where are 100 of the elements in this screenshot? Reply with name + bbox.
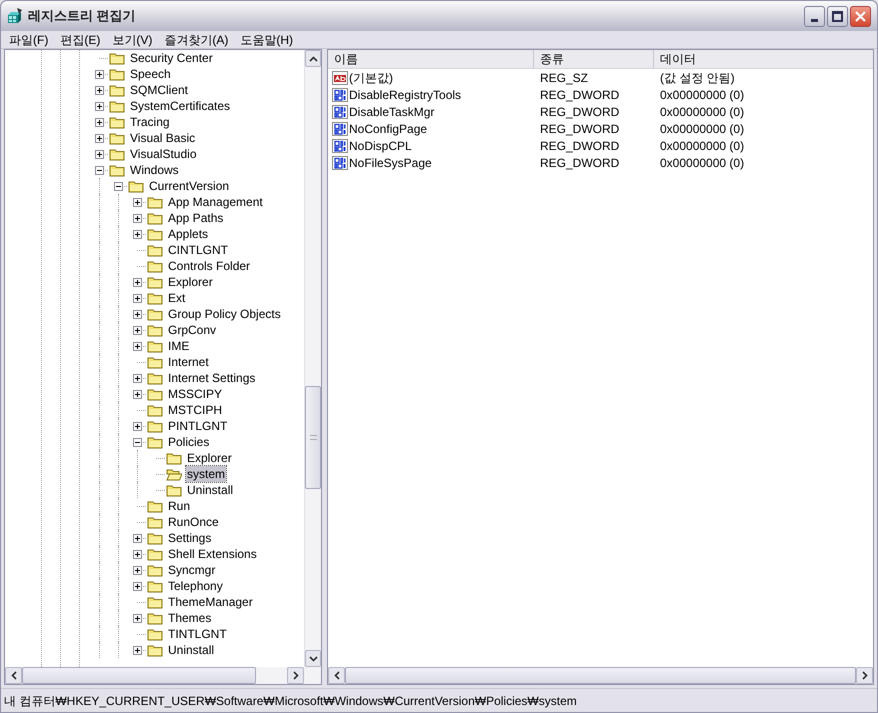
close-button[interactable] (850, 6, 871, 26)
tree-item[interactable]: Group Policy Objects (167, 306, 282, 322)
expand-icon[interactable] (95, 102, 104, 111)
expand-icon[interactable] (133, 214, 142, 223)
expand-icon[interactable] (133, 278, 142, 287)
scroll-down-button[interactable] (305, 650, 321, 667)
tree-item[interactable]: GrpConv (167, 322, 218, 338)
collapse-icon[interactable] (95, 166, 104, 175)
expand-icon[interactable] (133, 582, 142, 591)
scroll-left-button[interactable] (5, 667, 22, 684)
tree-item[interactable]: Telephony (167, 578, 224, 594)
expand-icon[interactable] (95, 150, 104, 159)
expand-icon[interactable] (133, 310, 142, 319)
menu-item[interactable]: 도움말(H) (235, 30, 298, 48)
scroll-thumb[interactable] (305, 386, 321, 489)
scroll-up-button[interactable] (305, 50, 321, 67)
tree-item[interactable]: Security Center (129, 50, 214, 66)
tree-item[interactable]: Shell Extensions (167, 546, 258, 562)
expand-icon[interactable] (95, 118, 104, 127)
value-name[interactable]: DisableRegistryTools (349, 86, 462, 104)
value-name[interactable]: NoConfigPage (349, 120, 428, 138)
tree-item[interactable]: Syncmgr (167, 562, 216, 578)
vertical-scrollbar[interactable] (304, 50, 321, 667)
tree-item[interactable]: Uninstall (186, 482, 234, 498)
folder-icon (147, 227, 163, 241)
tree-item[interactable]: PINTLGNT (167, 418, 228, 434)
value-type: REG_DWORD (540, 122, 620, 136)
tree-item[interactable]: Explorer (167, 274, 214, 290)
tree-item[interactable]: Windows (129, 162, 180, 178)
tree-item[interactable]: RunOnce (167, 514, 220, 530)
column-header[interactable]: 종류 (534, 50, 654, 68)
expand-icon[interactable] (133, 230, 142, 239)
value-name[interactable]: DisableTaskMgr (349, 102, 434, 120)
minimize-button[interactable] (804, 6, 825, 26)
expand-icon[interactable] (95, 134, 104, 143)
expand-icon[interactable] (133, 390, 142, 399)
expand-icon[interactable] (133, 534, 142, 543)
tree-item[interactable]: Visual Basic (129, 130, 196, 146)
window-title: 레지스트리 편집기 (28, 7, 136, 26)
expand-icon[interactable] (133, 326, 142, 335)
tree-item[interactable]: CINTLGNT (167, 242, 229, 258)
folder-icon (147, 435, 163, 449)
scroll-right-button[interactable] (856, 667, 873, 684)
string-value-icon (332, 70, 348, 86)
expand-icon[interactable] (133, 198, 142, 207)
tree-item[interactable]: ThemeManager (167, 594, 254, 610)
tree-item[interactable]: Run (167, 498, 192, 514)
tree-item[interactable]: Explorer (186, 450, 233, 466)
tree-item[interactable]: MSSCIPY (167, 386, 224, 402)
collapse-icon[interactable] (114, 182, 123, 191)
tree-item[interactable]: Tracing (129, 114, 171, 130)
tree-item[interactable]: App Paths (167, 210, 224, 226)
expand-icon[interactable] (133, 614, 142, 623)
scroll-left-button[interactable] (328, 667, 345, 684)
column-header[interactable]: 데이터 (654, 50, 873, 68)
expand-icon[interactable] (133, 566, 142, 575)
tree-item[interactable]: SystemCertificates (129, 98, 232, 114)
tree-item[interactable]: App Management (167, 194, 264, 210)
expand-icon[interactable] (133, 422, 142, 431)
tree-item[interactable]: Ext (167, 290, 186, 306)
tree-item[interactable]: MSTCIPH (167, 402, 223, 418)
tree-item[interactable]: SQMClient (129, 82, 190, 98)
folder-icon (147, 419, 163, 433)
tree-item[interactable]: Settings (167, 530, 212, 546)
tree-item[interactable]: Internet Settings (167, 370, 256, 386)
tree-item[interactable]: Themes (167, 610, 212, 626)
maximize-button[interactable] (827, 6, 848, 26)
tree-item[interactable]: Controls Folder (167, 258, 252, 274)
expand-icon[interactable] (133, 342, 142, 351)
folder-icon (147, 291, 163, 305)
folder-icon (128, 179, 144, 193)
expand-icon[interactable] (133, 646, 142, 655)
scroll-thumb[interactable] (22, 667, 256, 684)
value-name[interactable]: (기본값) (349, 68, 393, 86)
value-name[interactable]: NoDispCPL (349, 136, 412, 154)
menu-item[interactable]: 파일(F) (4, 30, 54, 48)
column-header[interactable]: 이름 (328, 50, 534, 68)
tree-item[interactable]: Uninstall (167, 642, 216, 658)
value-name[interactable]: NoFileSysPage (349, 154, 432, 172)
folder-icon (147, 499, 163, 513)
tree-item[interactable]: IME (167, 338, 190, 354)
menu-item[interactable]: 즐겨찾기(A) (159, 30, 234, 48)
tree-item[interactable]: Policies (167, 434, 210, 450)
menu-item[interactable]: 편집(E) (55, 30, 106, 48)
expand-icon[interactable] (95, 86, 104, 95)
scroll-right-button[interactable] (287, 667, 304, 684)
tree-item[interactable]: CurrentVersion (148, 178, 230, 194)
collapse-icon[interactable] (133, 438, 142, 447)
expand-icon[interactable] (95, 70, 104, 79)
expand-icon[interactable] (133, 374, 142, 383)
expand-icon[interactable] (133, 550, 142, 559)
tree-item[interactable]: Applets (167, 226, 210, 242)
tree-item[interactable]: Internet (167, 354, 210, 370)
expand-icon[interactable] (133, 294, 142, 303)
tree-item[interactable]: VisualStudio (129, 146, 198, 162)
menu-item[interactable]: 보기(V) (107, 30, 158, 48)
tree-item[interactable]: system (186, 466, 226, 482)
tree-item[interactable]: TINTLGNT (167, 626, 228, 642)
horizontal-scrollbar[interactable] (5, 667, 321, 684)
tree-item[interactable]: Speech (129, 66, 172, 82)
